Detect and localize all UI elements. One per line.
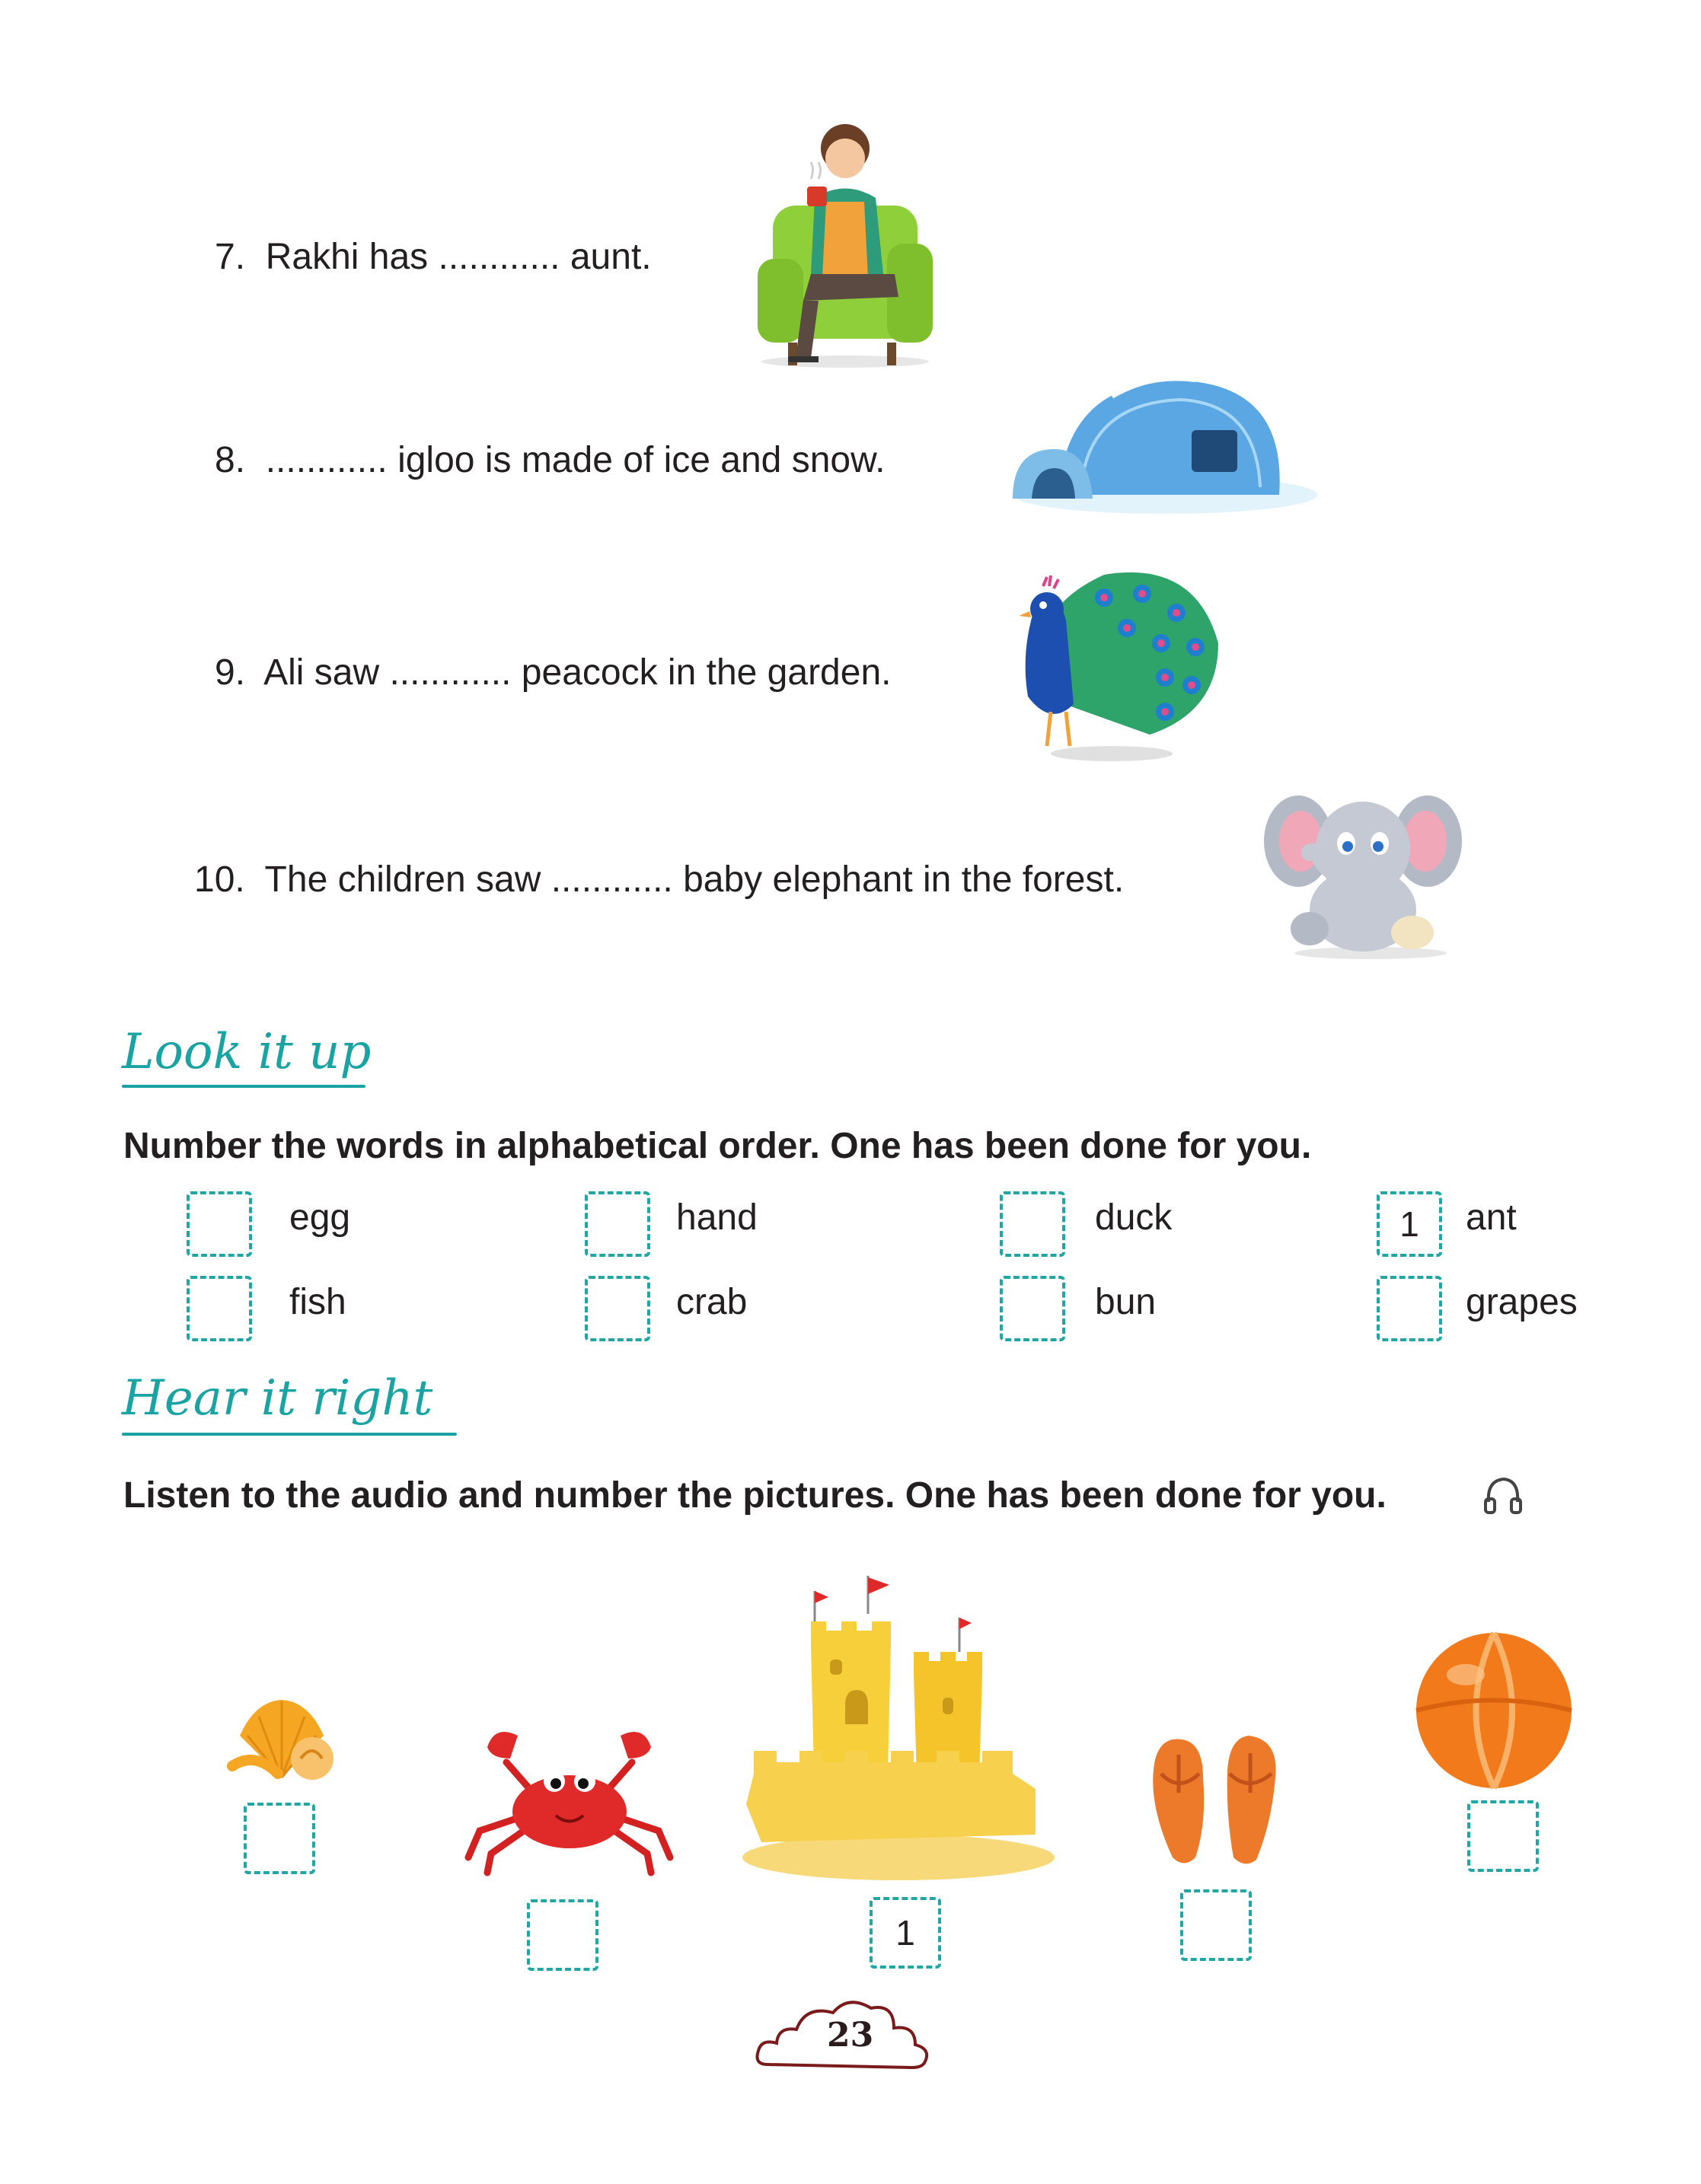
word-egg: egg (289, 1197, 351, 1238)
question-7: 7. Rakhi has ............ aunt. (215, 236, 652, 278)
answer-box-duck[interactable] (1000, 1191, 1065, 1257)
question-9: 9. Ali saw ............ peacock in the g… (215, 652, 891, 693)
word-hand: hand (676, 1197, 758, 1238)
answer-box-grapes[interactable] (1377, 1276, 1442, 1341)
look-it-up-instruction: Number the words in alphabetical order. … (123, 1126, 1312, 1166)
seashell-icon (227, 1700, 333, 1780)
answer-box-beach-ball[interactable] (1467, 1800, 1539, 1872)
answer-box-flip-flops[interactable] (1180, 1889, 1252, 1961)
answer-box-crab-picture[interactable] (527, 1899, 598, 1971)
answer-box-crab[interactable] (585, 1276, 650, 1341)
question-8: 8. ............ igloo is made of ice and… (215, 439, 885, 481)
word-grapes: grapes (1466, 1282, 1578, 1322)
word-crab: crab (676, 1282, 748, 1322)
word-bun: bun (1095, 1282, 1157, 1322)
answer-box-bun[interactable] (1000, 1276, 1065, 1341)
section-heading-hear-it-right: Hear it right (122, 1370, 433, 1427)
igloo-icon (1013, 375, 1317, 514)
word-duck: duck (1095, 1197, 1173, 1238)
woman-on-armchair-icon (758, 124, 933, 368)
question-10: 10. The children saw ............ baby e… (194, 859, 1124, 901)
baby-elephant-icon (1264, 795, 1462, 959)
hear-it-right-instruction: Listen to the audio and number the pictu… (123, 1475, 1387, 1516)
question-number: 9. (215, 652, 246, 693)
answer-box-sandcastle[interactable]: 1 (870, 1897, 941, 1969)
question-number: 8. (215, 440, 246, 480)
answer-box-ant[interactable]: 1 (1377, 1191, 1442, 1257)
peacock-icon (1019, 572, 1218, 761)
headphones-icon[interactable] (1481, 1473, 1525, 1517)
question-text: Ali saw ............ peacock in the gard… (263, 652, 892, 693)
question-text: The children saw ............ baby eleph… (264, 859, 1125, 900)
word-fish: fish (289, 1282, 346, 1322)
answer-box-fish[interactable] (187, 1276, 252, 1341)
beach-ball-icon (1415, 1631, 1572, 1790)
answer-box-seashell[interactable] (244, 1803, 315, 1874)
question-number: 10. (194, 859, 245, 900)
crab-icon (464, 1732, 674, 1876)
heading-underline (122, 1433, 457, 1436)
heading-underline (122, 1085, 365, 1088)
page-number: 23 (827, 2016, 874, 2055)
answer-box-egg[interactable] (187, 1191, 252, 1257)
question-text: Rakhi has ............ aunt. (265, 237, 652, 277)
sandcastle-icon (742, 1576, 1055, 1880)
section-heading-look-it-up: Look it up (122, 1024, 372, 1080)
answer-box-hand[interactable] (585, 1191, 650, 1257)
question-number: 7. (215, 237, 246, 277)
flip-flops-icon (1153, 1736, 1276, 1864)
question-text: ............ igloo is made of ice and sn… (265, 440, 886, 480)
word-ant: ant (1466, 1197, 1517, 1238)
